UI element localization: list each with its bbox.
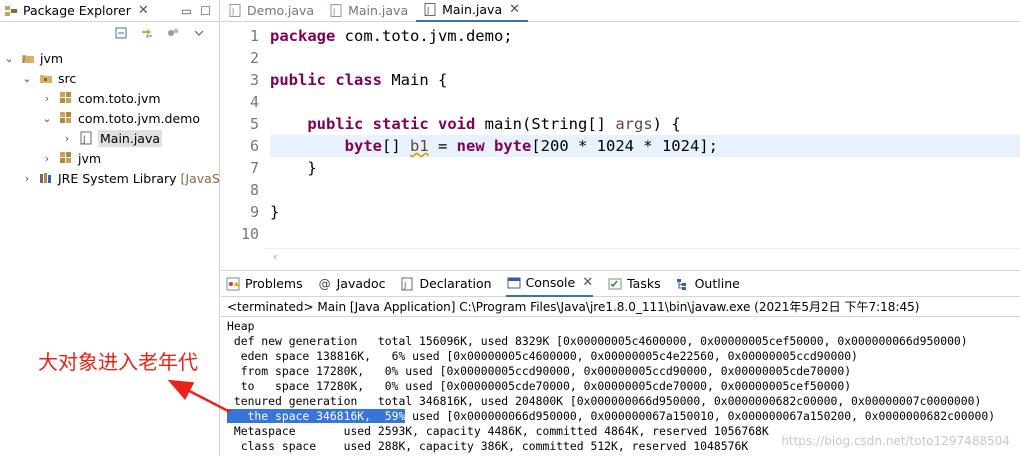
console-line: Heap xyxy=(227,319,255,333)
package-icon xyxy=(58,150,74,166)
svg-text:J: J xyxy=(403,281,406,290)
chevron-down-icon[interactable]: ⌄ xyxy=(4,52,14,65)
horizontal-scrollbar[interactable]: ‹ xyxy=(265,248,1020,264)
source-folder-icon xyxy=(38,70,54,86)
tab-console[interactable]: Console ✕ xyxy=(505,271,594,297)
svg-text:J: J xyxy=(22,55,25,63)
maximize-icon[interactable]: ☐ xyxy=(200,4,211,18)
tree-item-package-com-toto-jvm[interactable]: › com.toto.jvm xyxy=(42,88,161,108)
code-line: } xyxy=(270,203,280,221)
svg-text:J: J xyxy=(332,7,335,16)
line-number: 7 xyxy=(249,159,259,177)
problems-icon xyxy=(225,276,241,292)
line-number: 2 xyxy=(249,49,259,67)
code-line: package com.toto.jvm.demo; xyxy=(270,27,513,45)
svg-text:J: J xyxy=(82,135,86,145)
chevron-down-icon[interactable]: ⌄ xyxy=(42,112,52,125)
close-icon[interactable]: ✕ xyxy=(582,275,593,290)
console-line: eden space 138816K, 6% used [0x00000005c… xyxy=(227,349,858,363)
package-icon xyxy=(58,90,74,106)
java-editor: J Demo.java J Main.java J Main.java ✕ 1 … xyxy=(221,0,1020,268)
tree-item-package-jvm[interactable]: › jvm xyxy=(42,148,101,168)
line-number: 3 xyxy=(249,71,259,89)
code-line: } xyxy=(270,159,317,177)
console-line: from space 17280K, 0% used [0x00000005cc… xyxy=(227,364,852,378)
line-number: 6 xyxy=(249,137,259,155)
package-icon xyxy=(58,110,74,126)
editor-tab-main-java[interactable]: J Main.java xyxy=(322,0,416,22)
console-line: def new generation total 156096K, used 8… xyxy=(227,334,968,348)
code-line: public static void main(String[] args) { xyxy=(307,115,681,133)
view-menu-icon[interactable] xyxy=(191,25,207,41)
package-explorer-toolbar xyxy=(0,22,219,44)
console-line: tenured generation total 346816K, used 2… xyxy=(227,394,982,408)
editor-tab-main-java-active[interactable]: J Main.java ✕ xyxy=(416,0,529,22)
watermark: https://blog.csdn.net/toto1297488504 xyxy=(781,434,1010,448)
chevron-right-icon[interactable]: › xyxy=(22,172,32,185)
package-explorer-view: Package Explorer ✕ ▭ ☐ ⌄ J jvm ⌄ src › c… xyxy=(0,0,220,456)
close-icon[interactable]: ✕ xyxy=(138,3,149,18)
console-line-highlighted: the space 346816K, 59% used [0x000000066… xyxy=(227,409,996,423)
library-icon xyxy=(38,170,54,186)
chevron-right-icon[interactable]: › xyxy=(62,132,72,145)
line-number: 9 xyxy=(249,203,259,221)
line-number: 4 xyxy=(249,93,259,111)
bottom-tabbar: Problems @ Javadoc J Declaration Console… xyxy=(221,271,1020,297)
project-icon: J xyxy=(20,50,36,66)
link-with-editor-icon[interactable] xyxy=(139,25,155,41)
line-number: 10 xyxy=(240,225,259,243)
tab-outline[interactable]: Outline xyxy=(675,271,740,297)
minimize-icon[interactable]: ▭ xyxy=(181,4,192,18)
tree-item-jre-system-library[interactable]: › JRE System Library [JavaSE xyxy=(22,168,219,188)
code-line: public class Main { xyxy=(270,71,448,89)
line-number-gutter: 1 2 3 4 5 6 7 8 9 10 xyxy=(221,22,265,262)
selected-text: the space 346816K, 59% xyxy=(227,409,406,423)
filter-icon[interactable] xyxy=(165,25,181,41)
outline-icon xyxy=(675,276,691,292)
tab-problems[interactable]: Problems xyxy=(225,271,303,297)
collapse-all-icon[interactable] xyxy=(113,25,129,41)
line-number: 8 xyxy=(249,181,259,199)
annotation-text: 大对象进入老年代 xyxy=(38,350,198,374)
tab-javadoc[interactable]: @ Javadoc xyxy=(317,271,386,297)
tree-item-jvm-project[interactable]: ⌄ J jvm xyxy=(4,48,63,68)
java-file-icon: J xyxy=(422,2,438,18)
close-icon[interactable]: ✕ xyxy=(509,2,520,17)
tree-item-src[interactable]: ⌄ src xyxy=(22,68,76,88)
console-view: Problems @ Javadoc J Declaration Console… xyxy=(221,270,1020,456)
console-icon xyxy=(506,275,522,291)
package-explorer-title: Package Explorer xyxy=(23,3,131,18)
package-explorer-tab[interactable]: Package Explorer ✕ xyxy=(0,0,153,22)
package-explorer-tabbar: Package Explorer ✕ ▭ ☐ xyxy=(0,0,219,22)
editor-tab-demo-java[interactable]: J Demo.java xyxy=(221,0,322,22)
package-explorer-icon xyxy=(3,3,19,19)
java-file-icon: J xyxy=(328,3,344,19)
tasks-icon xyxy=(607,276,623,292)
java-file-icon: J xyxy=(78,130,94,146)
java-file-icon: J xyxy=(227,3,243,19)
svg-text:J: J xyxy=(231,7,234,16)
svg-text:J: J xyxy=(426,6,429,15)
line-number: 5 xyxy=(249,115,259,133)
tree-item-package-com-toto-jvm-demo[interactable]: ⌄ com.toto.jvm.demo xyxy=(42,108,200,128)
javadoc-icon: @ xyxy=(318,276,331,291)
code-area[interactable]: package com.toto.jvm.demo; public class … xyxy=(265,22,1020,262)
editor-tabbar: J Demo.java J Main.java J Main.java ✕ xyxy=(221,0,1020,22)
chevron-right-icon[interactable]: › xyxy=(42,152,52,165)
console-line: to space 17280K, 0% used [0x00000005cde7… xyxy=(227,379,852,393)
declaration-icon: J xyxy=(399,276,415,292)
line-number: 1 xyxy=(249,27,259,45)
tab-declaration[interactable]: J Declaration xyxy=(399,271,492,297)
chevron-down-icon[interactable]: ⌄ xyxy=(22,72,32,85)
code-line-current: byte[] b1 = new byte[200 * 1024 * 1024]; xyxy=(270,135,1020,157)
chevron-right-icon[interactable]: › xyxy=(42,92,52,105)
tab-tasks[interactable]: Tasks xyxy=(607,271,661,297)
tree-item-main-java[interactable]: › J Main.java xyxy=(62,128,163,148)
console-terminated-label: <terminated> Main [Java Application] C:\… xyxy=(221,297,1020,317)
